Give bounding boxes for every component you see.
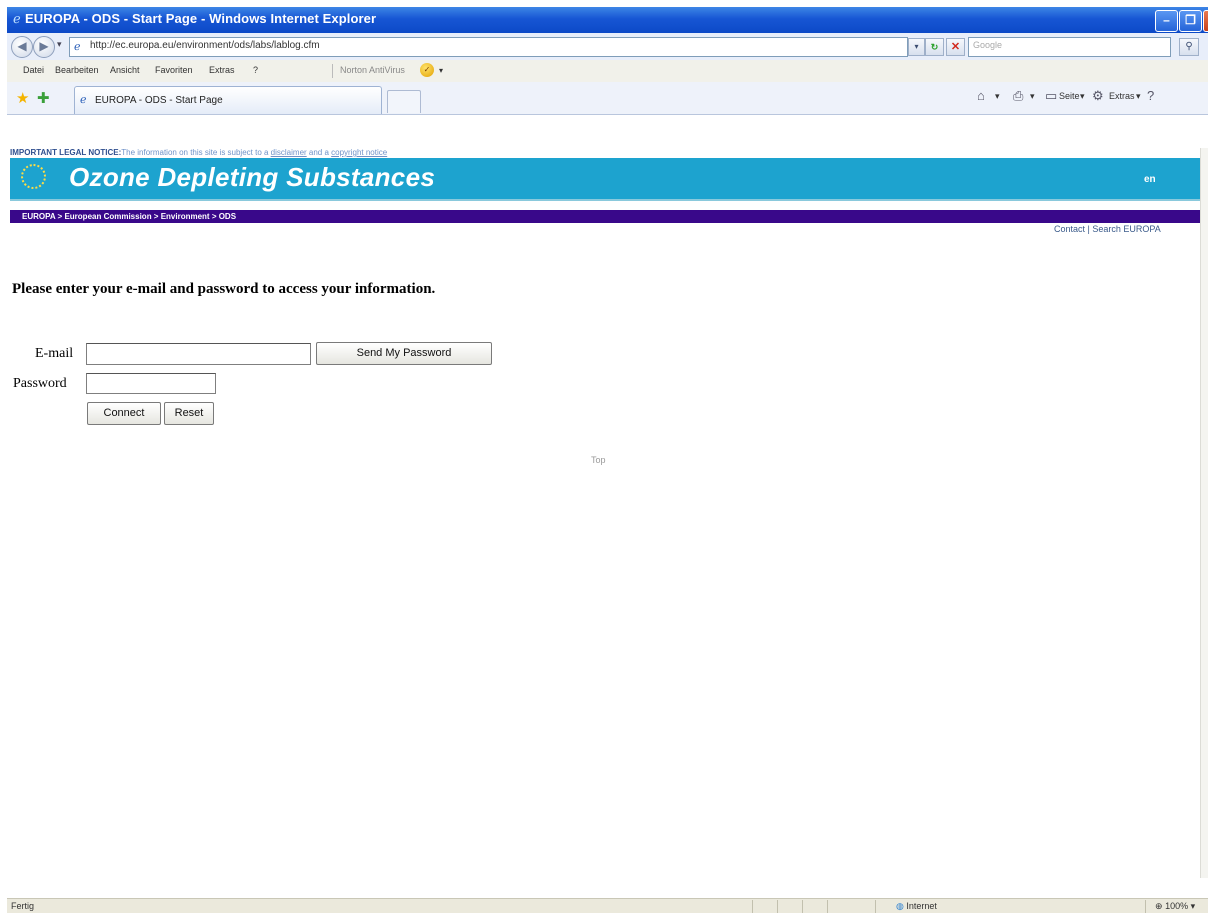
stop-button[interactable]: ✕ (946, 38, 965, 56)
top-link[interactable]: Top (591, 455, 606, 465)
site-title: Ozone Depleting Substances (69, 162, 436, 192)
zoom-icon: ⊕ (1155, 901, 1163, 911)
menu-file[interactable]: Datei (23, 65, 44, 75)
vertical-scrollbar[interactable] (1200, 148, 1208, 878)
home-icon[interactable]: ⌂ (977, 88, 985, 103)
new-tab-button[interactable] (387, 90, 421, 113)
page-dropdown-icon[interactable]: ▾ (1080, 91, 1085, 102)
connect-button[interactable]: Connect (87, 402, 161, 425)
disclaimer-link[interactable]: disclaimer (271, 148, 307, 157)
tools-dropdown-icon[interactable]: ▾ (1136, 91, 1141, 102)
legal-notice-label: IMPORTANT LEGAL NOTICE: (10, 148, 122, 157)
refresh-button[interactable]: ↻ (925, 38, 944, 56)
address-field[interactable]: ℯ http://ec.europa.eu/environment/ods/la… (69, 37, 908, 57)
help-icon[interactable]: ? (1147, 88, 1154, 103)
norton-icon[interactable]: ✓ (420, 63, 434, 77)
minimize-button[interactable]: – (1155, 10, 1178, 32)
copyright-link[interactable]: copyright notice (331, 148, 387, 157)
tab-label: EUROPA - ODS - Start Page (95, 95, 223, 106)
norton-toolbar-label[interactable]: Norton AntiVirus (340, 65, 405, 75)
menu-separator (332, 64, 333, 78)
tools-gear-icon[interactable]: ⚙ (1092, 88, 1104, 104)
home-dropdown-icon[interactable]: ▾ (995, 91, 1000, 102)
tools-menu-label[interactable]: Extras (1109, 91, 1135, 101)
menu-bar: Datei Bearbeiten Ansicht Favoriten Extra… (7, 60, 1208, 83)
address-toolbar: ◀ ▶ ▾ ℯ http://ec.europa.eu/environment/… (7, 33, 1208, 61)
norton-dropdown-icon[interactable]: ▾ (439, 66, 443, 75)
legal-notice: IMPORTANT LEGAL NOTICE:The information o… (10, 148, 387, 157)
search-input[interactable]: Google (968, 37, 1171, 57)
tab-active[interactable]: ℯ EUROPA - ODS - Start Page (74, 86, 382, 114)
send-password-button[interactable]: Send My Password (316, 342, 492, 365)
site-banner: Ozone Depleting Substances en (10, 158, 1200, 201)
security-zone[interactable]: ◍ Internet (896, 901, 937, 912)
status-divider (827, 900, 828, 913)
menu-view[interactable]: Ansicht (110, 65, 140, 75)
legal-notice-text: The information on this site is subject … (121, 148, 271, 157)
menu-edit[interactable]: Bearbeiten (55, 65, 99, 75)
search-icon[interactable]: ⚲ (1179, 38, 1199, 56)
address-text: http://ec.europa.eu/environment/ods/labs… (90, 40, 320, 51)
print-dropdown-icon[interactable]: ▾ (1030, 91, 1035, 102)
reset-button[interactable]: Reset (164, 402, 214, 425)
add-favorite-icon[interactable]: ✚ (37, 89, 50, 107)
zoom-level: 100% (1165, 901, 1189, 911)
login-prompt: Please enter your e-mail and password to… (12, 281, 436, 297)
search-placeholder: Google (973, 40, 1003, 50)
tab-bar: ★ ✚ ℯ EUROPA - ODS - Start Page ⌂ ▾ ⎙ ▾ … (7, 82, 1208, 115)
email-field[interactable] (86, 343, 311, 365)
globe-icon: ◍ (896, 901, 904, 911)
maximize-button[interactable]: ❐ (1179, 10, 1202, 32)
status-text: Fertig (11, 901, 35, 911)
close-button[interactable] (1203, 10, 1208, 32)
title-bar: ℯ EUROPA - ODS - Start Page - Windows In… (7, 7, 1208, 33)
back-button[interactable]: ◀ (11, 36, 33, 58)
address-dropdown-button[interactable]: ▾ (908, 38, 925, 56)
status-bar: Fertig ◍ Internet ⊕ 100% ▾ (7, 898, 1208, 913)
menu-help[interactable]: ? (253, 65, 258, 75)
zoom-control[interactable]: ⊕ 100% ▾ (1155, 901, 1195, 912)
breadcrumb-text[interactable]: EUROPA > European Commission > Environme… (22, 210, 236, 223)
window-title: EUROPA - ODS - Start Page - Windows Inte… (25, 11, 377, 26)
status-divider (875, 900, 876, 913)
page-menu-label[interactable]: Seite (1059, 91, 1080, 101)
menu-tools[interactable]: Extras (209, 65, 235, 75)
browser-window: ℯ EUROPA - ODS - Start Page - Windows In… (0, 0, 1208, 913)
page-icon: ℯ (74, 41, 81, 53)
eu-flag-icon (21, 164, 46, 189)
legal-notice-mid: and a (306, 148, 332, 157)
print-icon[interactable]: ⎙ (1013, 88, 1023, 104)
password-field[interactable] (86, 373, 216, 394)
top-links[interactable]: Contact | Search EUROPA (1054, 224, 1161, 234)
status-divider (777, 900, 778, 913)
status-divider (802, 900, 803, 913)
breadcrumb: EUROPA > European Commission > Environme… (10, 210, 1200, 223)
password-label: Password (13, 376, 67, 391)
menu-favorites[interactable]: Favoriten (155, 65, 193, 75)
history-dropdown-icon[interactable]: ▾ (57, 39, 62, 50)
page-menu-icon[interactable]: ▭ (1045, 88, 1057, 104)
tab-page-icon: ℯ (80, 94, 87, 106)
language-selector[interactable]: en (1144, 174, 1156, 185)
favorites-star-icon[interactable]: ★ (16, 89, 29, 107)
forward-button[interactable]: ▶ (33, 36, 55, 58)
zone-label: Internet (906, 901, 937, 911)
status-divider (1145, 900, 1146, 913)
status-divider (752, 900, 753, 913)
email-label: E-mail (35, 346, 74, 361)
